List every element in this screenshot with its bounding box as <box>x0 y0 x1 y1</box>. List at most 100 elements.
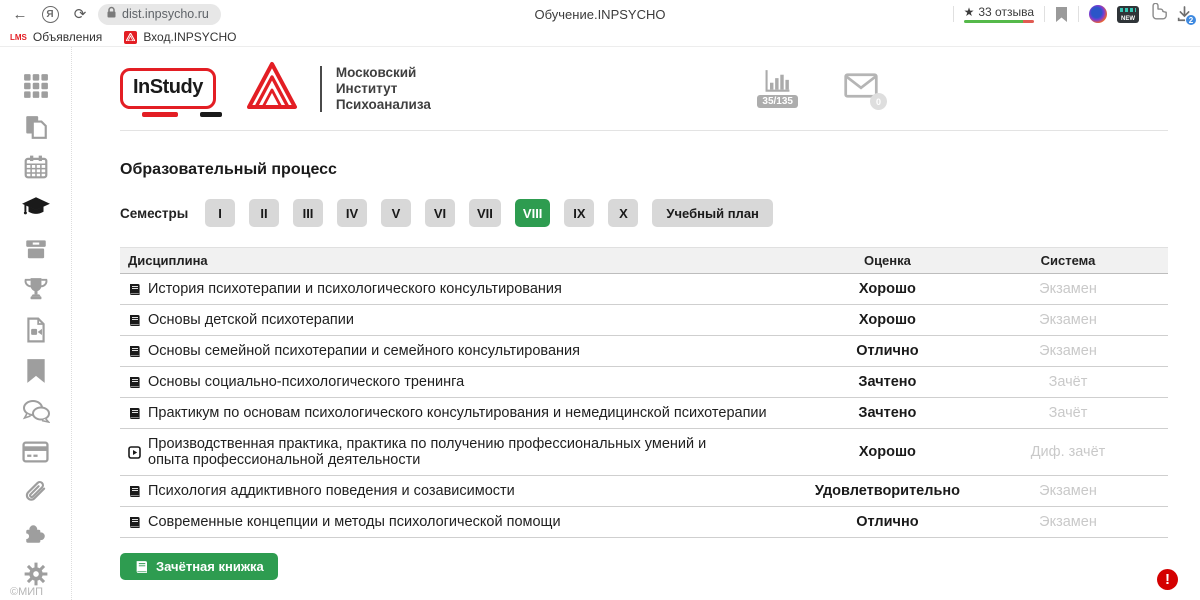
reviews-count: 33 отзыва <box>978 5 1034 19</box>
semester-tab-9[interactable]: IX <box>564 199 594 227</box>
grade-value: Зачтено <box>807 367 968 398</box>
grade-value: Удовлетворительно <box>807 476 968 507</box>
system-value: Экзамен <box>968 305 1168 336</box>
discipline-link[interactable]: История психотерапии и психологического … <box>128 281 799 297</box>
grade-value: Отлично <box>807 336 968 367</box>
gradebook-button[interactable]: Зачётная книжка <box>120 553 278 580</box>
education-icon[interactable] <box>21 193 51 223</box>
sidebar: ©МИП <box>0 47 72 600</box>
discipline-link[interactable]: Современные концепции и методы психологи… <box>128 514 799 530</box>
page: ← Я ⟳ dist.inpsycho.ru Обучение.INPSYCHO… <box>0 0 1200 600</box>
extension-new-icon[interactable]: NEW <box>1117 6 1139 23</box>
book-icon <box>128 314 141 327</box>
discipline-link[interactable]: Психология аддиктивного поведения и соза… <box>128 483 799 499</box>
play-icon <box>128 446 141 459</box>
trophy-icon[interactable] <box>21 274 51 304</box>
book-icon <box>128 485 141 498</box>
curriculum-button[interactable]: Учебный план <box>652 199 772 227</box>
copyright-label: ©МИП <box>10 586 43 598</box>
book-icon <box>134 560 149 574</box>
collections-flag-icon[interactable] <box>1055 7 1068 22</box>
table-row: Основы семейной психотерапии и семейного… <box>120 336 1168 367</box>
back-icon[interactable]: ← <box>8 2 32 26</box>
archive-icon[interactable] <box>21 234 51 264</box>
grade-value: Хорошо <box>807 305 968 336</box>
semester-tab-7[interactable]: VII <box>469 199 501 227</box>
divider <box>953 6 954 22</box>
semesters-label: Семестры <box>120 206 205 221</box>
extension-browser-icon[interactable] <box>1089 5 1107 23</box>
discipline-link[interactable]: Основы социально-психологического тренин… <box>128 374 799 390</box>
rating-bar <box>964 20 1034 23</box>
triangle-favicon <box>124 31 137 44</box>
refresh-icon[interactable]: ⟳ <box>68 2 92 26</box>
video-lessons-icon[interactable] <box>21 315 51 345</box>
semester-tab-4[interactable]: IV <box>337 199 367 227</box>
lock-icon <box>106 6 117 22</box>
instudy-logo[interactable]: InStudy <box>120 68 216 109</box>
bookmarks-bar: LMS Объявления Вход.INPSYCHO <box>0 28 1200 47</box>
rating-badge: 35/135 <box>757 95 798 108</box>
book-icon <box>128 345 141 358</box>
system-value: Экзамен <box>968 274 1168 305</box>
semester-tab-1[interactable]: I <box>205 199 235 227</box>
main-content: InStudy Московский Институт Психоанализа… <box>72 47 1200 600</box>
table-row: Основы социально-психологического тренин… <box>120 367 1168 398</box>
semester-tab-10[interactable]: X <box>608 199 638 227</box>
semester-tab-5[interactable]: V <box>381 199 411 227</box>
table-header-row: Дисциплина Оценка Система <box>120 248 1168 274</box>
table-row: Современные концепции и методы психологи… <box>120 507 1168 538</box>
extension-glove-icon[interactable] <box>1149 3 1167 25</box>
page-heading: Образовательный процесс <box>120 161 1168 179</box>
grid-icon[interactable] <box>21 71 51 101</box>
messages-icon[interactable] <box>21 397 51 427</box>
discipline-link[interactable]: Производственная практика, практика по п… <box>128 436 748 468</box>
address-bar[interactable]: dist.inpsycho.ru <box>98 4 221 25</box>
settings-icon[interactable] <box>21 559 51 589</box>
semester-tab-6[interactable]: VI <box>425 199 455 227</box>
table-row: Производственная практика, практика по п… <box>120 429 1168 476</box>
table-row: Основы детской психотерапии Хорошо Экзам… <box>120 305 1168 336</box>
grade-value: Отлично <box>807 507 968 538</box>
institute-name: Московский Институт Психоанализа <box>336 65 466 113</box>
documents-icon[interactable] <box>21 112 51 142</box>
rating-widget[interactable]: 35/135 <box>757 69 798 108</box>
book-icon <box>128 376 141 389</box>
table-row: Психология аддиктивного поведения и соза… <box>120 476 1168 507</box>
table-row: История психотерапии и психологического … <box>120 274 1168 305</box>
bookmark-icon[interactable] <box>21 356 51 386</box>
system-value: Экзамен <box>968 476 1168 507</box>
col-discipline: Дисциплина <box>120 248 807 274</box>
institute-triangle-logo <box>246 61 298 116</box>
mail-widget[interactable]: 0 <box>844 73 878 103</box>
lms-icon: LMS <box>10 33 27 42</box>
grades-table: Дисциплина Оценка Система История психот… <box>120 247 1168 538</box>
discipline-link[interactable]: Практикум по основам психологического ко… <box>128 405 799 421</box>
calendar-icon[interactable] <box>21 152 51 182</box>
book-icon <box>128 407 141 420</box>
downloads-icon[interactable]: 2 <box>1177 6 1192 22</box>
bookmark-announcements[interactable]: LMS Объявления <box>10 30 102 44</box>
col-grade: Оценка <box>807 248 968 274</box>
grade-value: Хорошо <box>807 429 968 476</box>
integrations-icon[interactable] <box>21 519 51 549</box>
bookmark-login-inpsycho[interactable]: Вход.INPSYCHO <box>124 30 236 44</box>
reviews-widget[interactable]: ★ 33 отзыва <box>964 5 1034 23</box>
discipline-link[interactable]: Основы детской психотерапии <box>128 312 799 328</box>
alert-icon[interactable]: ! <box>1157 569 1178 590</box>
semester-tab-3[interactable]: III <box>293 199 323 227</box>
chart-icon <box>764 69 792 93</box>
payments-icon[interactable] <box>21 437 51 467</box>
semester-tab-2[interactable]: II <box>249 199 279 227</box>
system-value: Экзамен <box>968 336 1168 367</box>
star-icon: ★ <box>964 5 975 19</box>
system-value: Диф. зачёт <box>968 429 1168 476</box>
discipline-link[interactable]: Основы семейной психотерапии и семейного… <box>128 343 799 359</box>
divider <box>1044 6 1045 22</box>
attachments-icon[interactable] <box>21 478 51 508</box>
grade-value: Хорошо <box>807 274 968 305</box>
yandex-icon[interactable]: Я <box>38 2 62 26</box>
divider <box>320 66 322 112</box>
semester-tab-8-active[interactable]: VIII <box>515 199 551 227</box>
col-system: Система <box>968 248 1168 274</box>
